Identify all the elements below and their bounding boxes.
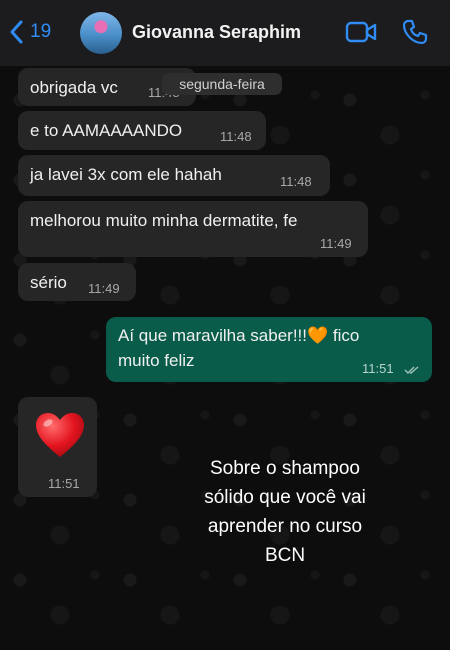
video-call-button[interactable]: [345, 20, 377, 49]
chat-header: 19 Giovanna Seraphim: [0, 0, 450, 66]
message-text-line-1: Aí que maravilha saber!!!🧡 fico: [118, 326, 360, 345]
message-time: 11:49: [88, 281, 120, 296]
message-text: ja lavei 3x com ele hahah: [30, 165, 222, 184]
message-bubble-incoming[interactable]: ja lavei 3x com ele hahah 11:48: [18, 155, 330, 196]
heart-emoji-icon: [36, 413, 84, 457]
voice-call-button[interactable]: [402, 19, 428, 50]
message-text-line-2: muito feliz: [118, 351, 195, 370]
phone-icon: [402, 19, 428, 45]
message-text: obrigada vc: [30, 78, 118, 97]
read-receipt-icon: [404, 366, 419, 374]
chevron-left-icon: [10, 20, 23, 44]
overlay-caption: Sobre o shampoo sólido que você vai apre…: [204, 458, 366, 566]
message-bubble-incoming[interactable]: 11:51: [18, 397, 97, 497]
back-button[interactable]: 19: [8, 18, 51, 46]
video-camera-icon: [345, 21, 377, 43]
contact-name[interactable]: Giovanna Seraphim: [132, 22, 301, 43]
message-bubble-incoming[interactable]: melhorou muito minha dermatite, fe 11:49: [18, 201, 368, 257]
message-time: 11:51: [362, 361, 394, 376]
message-text: melhorou muito minha dermatite, fe: [30, 211, 298, 230]
message-text: sério: [30, 273, 67, 292]
date-chip: segunda-feira: [162, 73, 282, 95]
message-bubble-outgoing[interactable]: Aí que maravilha saber!!!🧡 fico muito fe…: [106, 317, 432, 382]
unread-count: 19: [30, 21, 52, 42]
message-bubble-incoming[interactable]: sério 11:49: [18, 263, 136, 301]
message-time: 11:51: [48, 476, 80, 491]
message-time: 11:48: [280, 174, 312, 189]
message-time: 11:48: [220, 129, 252, 144]
message-time: 11:49: [320, 236, 352, 251]
avatar[interactable]: [80, 12, 122, 54]
message-bubble-incoming[interactable]: e to AAMAAAANDO 11:48: [18, 111, 266, 150]
message-text: e to AAMAAAANDO: [30, 121, 183, 140]
